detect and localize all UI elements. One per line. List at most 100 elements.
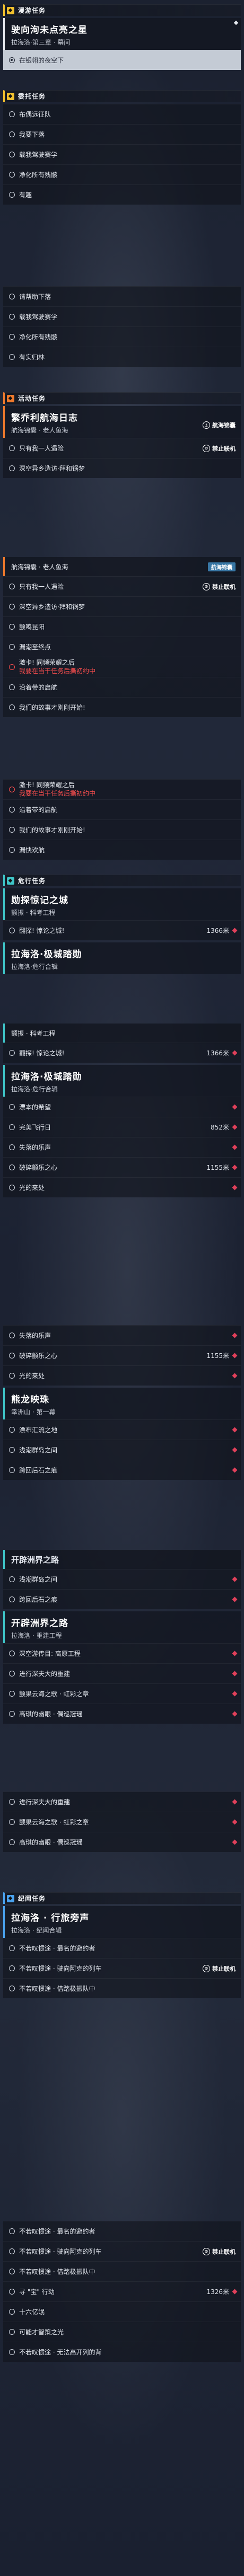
objective-item[interactable]: 漂本的希望 [3,1097,241,1117]
objective-label: 漂布汇流之地 [19,1426,58,1434]
objective-item[interactable]: 净化所有残骸 [3,164,241,184]
objective-item[interactable]: 只有我一人遇险 ⊘ 禁止联机 [3,438,241,458]
objective-item[interactable]: 不若叹惯途 · 驶向阿克的列车 ⊘ 禁止联机 [3,1958,241,1978]
section-activity-detail: 航海锦囊 · 老人鱼海 航海锦囊 只有我一人遇险 ⊘ 禁止联机 深空异乡造访·拜和… [3,554,241,717]
objective-item-warning[interactable]: 激卡! 同频荣耀之后 我要在当干任务后撕初约中 [3,779,241,799]
objective-item[interactable]: 不若叹惯途 · 最名的避约者 [3,2221,241,2241]
objective-item[interactable]: 翻探! 惊论之城! 1366米 [3,920,241,940]
objective-item[interactable]: 浅潮群岛之间 [3,1569,241,1589]
objective-item[interactable]: 沿着带的启航 [3,799,241,819]
objective-item[interactable]: 不若叹惯途 · 无法高开列的背 [3,2342,241,2362]
objective-label: 在银翎的夜空下 [19,57,64,64]
objective-item[interactable]: 十六亿氓 [3,2301,241,2322]
objective-item[interactable]: 浅潮群岛之间 [3,1440,241,1460]
objective-item[interactable]: 光的来处 [3,1365,241,1386]
waypoint-icon [232,1165,238,1170]
section-record-2: 不若叹惯途 · 最名的避约者 不若叹惯途 · 驶向阿克的列车 ⊘ 禁止联机 不若叹惯… [3,2221,241,2362]
mission-card[interactable]: 拉海洛·极城踏勋 拉海洛·危行合辑 [3,1065,241,1097]
mission-card[interactable]: 拉海洛·极城踏勋 拉海洛·危行合辑 [3,942,241,974]
objective-item[interactable]: 布偶远征队 [3,104,241,124]
radio-icon [9,111,15,117]
objective-item[interactable]: 有实归林 [3,347,241,367]
objective-label: 十六亿氓 [19,2308,45,2316]
objective-item[interactable]: 完美飞行日 852米 [3,1117,241,1137]
objective-item[interactable]: 在银翎的夜空下 [3,50,241,70]
mission-card[interactable]: 拉海洛 · 行旅旁声 拉海洛 · 纪闻合辑 [3,1906,241,1938]
objective-item[interactable]: 漏快欢航 [3,840,241,860]
mission-header[interactable]: 航海锦囊 · 老人鱼海 航海锦囊 [3,557,241,576]
radio-icon [9,2329,15,2335]
radio-icon [9,2309,15,2315]
objective-item[interactable]: 我们的故事才刚刚开始! [3,819,241,840]
objective-item[interactable]: 破碎颤乐之心 1155米 [3,1157,241,1177]
flag-icon: ◆ [7,6,14,14]
objective-item-warning[interactable]: 激卡! 同频荣耀之后 我要在当干任务后撕初约中 [3,657,241,677]
objective-item[interactable]: 不若叹惯途 · 借踏极振队中 [3,2261,241,2281]
objective-label: 翻探! 惊论之城! [19,927,65,934]
objective-item[interactable]: 跨回后石之痕 [3,1589,241,1609]
radio-icon [9,2248,15,2254]
objective-item[interactable]: 光的来处 [3,1177,241,1197]
objective-item[interactable]: 高琪的幽眼 · 偶巡冠瑶 [3,1704,241,1724]
waypoint-icon [232,2289,238,2295]
objective-item[interactable]: 请帮助下落 [3,286,241,306]
objective-label: 我们的故事才刚刚开始! [19,704,85,711]
objective-item[interactable]: 深空游传目: 高原工程 [3,1643,241,1663]
objective-item[interactable]: 沿着带的启航 [3,677,241,697]
objective-label: 漏快欢航 [19,846,45,854]
category-explore[interactable]: ◆ 危行任务 [3,875,241,886]
objective-item[interactable]: 我们的故事才刚刚开始! [3,697,241,717]
objective-item[interactable]: 颤果云海之歌 · 虹彩之章 [3,1683,241,1704]
mission-card[interactable]: 繁乔利航海日志 航海锦囊 · 老人鱼海 ⚓ 航海锦囊 [3,406,241,438]
warning-line-1: 激卡! 同频荣耀之后 [19,658,75,666]
objective-item[interactable]: 进行深夫大的重建 [3,1792,241,1812]
objective-item[interactable]: 我要下落 [3,124,241,144]
objective-item[interactable]: 跨回后石之痕 [3,1460,241,1480]
objective-item[interactable]: 不若叹惯途 · 最名的避约者 [3,1938,241,1958]
radio-icon [9,1124,15,1130]
radio-icon [9,354,15,360]
mission-header[interactable]: 开辟洲界之路 [3,1550,241,1569]
objective-item[interactable]: 可能才智策之光 [3,2322,241,2342]
objective-item[interactable]: 漏潮至终点 [3,637,241,657]
objective-item[interactable]: 漂布汇流之地 [3,1419,241,1440]
objective-item[interactable]: 进行深夫大的重建 [3,1663,241,1683]
objective-item[interactable]: 只有我一人遇险 ⊘ 禁止联机 [3,576,241,596]
objective-item[interactable]: 破碎颤乐之心 1155米 [3,1345,241,1365]
objective-item[interactable]: 净化所有残骸 [3,327,241,347]
objective-label: 净化所有残骸 [19,333,58,341]
objective-item[interactable]: 寻 "宝" 行动 1326米 [3,2281,241,2301]
category-record[interactable]: ◆ 纪闻任务 [3,1892,241,1904]
objective-item[interactable]: 失落的乐声 [3,1137,241,1157]
objective-label: 颤果云海之歌 · 虹彩之章 [19,1819,89,1826]
mission-header[interactable]: 颤振 · 科考工程 [3,1024,241,1043]
objective-item[interactable]: 颤鸣昆阳 [3,616,241,637]
mission-card[interactable]: 熊龙映珠 幸洲山 · 第一幕 [3,1388,241,1419]
objective-item[interactable]: 不若叹惯途 · 借踏极振队中 [3,1978,241,1998]
objective-item[interactable]: 载我驾驶赛学 [3,144,241,164]
radio-icon [9,2349,15,2355]
objective-item[interactable]: 翻探! 惊论之城! 1366米 [3,1043,241,1063]
objective-item[interactable]: 不若叹惯途 · 驶向阿克的列车 ⊘ 禁止联机 [3,2241,241,2261]
objective-item[interactable]: 有趣 [3,184,241,205]
radio-icon [9,2289,15,2295]
category-daily[interactable]: ◆ 委托任务 [3,90,241,102]
objective-item[interactable]: 深空异乡造访·拜和锅梦 [3,596,241,616]
objective-item[interactable]: 失落的乐声 [3,1325,241,1345]
category-roaming[interactable]: ◆ 漫游任务 [3,4,241,16]
distance-label: 1155米 [206,1352,229,1360]
objective-item[interactable]: 高琪的幽眼 · 偶巡冠瑶 [3,1832,241,1852]
objective-item[interactable]: 深空异乡造访·拜和锅梦 [3,458,241,478]
mission-card[interactable]: 驶向洵未点亮之星 拉海洛·第三章 · 幕间 [3,18,241,50]
objective-item[interactable]: 颤果云海之歌 · 虹彩之章 [3,1812,241,1832]
mission-card[interactable]: 勋探惊记之城 颤振 · 科考工程 [3,888,241,920]
radio-icon [9,604,15,610]
objective-item[interactable]: 载我驾驶赛学 [3,306,241,327]
waypoint-icon [232,1467,238,1473]
objective-label: 失落的乐声 [19,1332,51,1339]
mission-card[interactable]: 开辟洲界之路 拉海洛 · 重建工程 [3,1611,241,1643]
category-activity[interactable]: ◆ 活动任务 [3,392,241,404]
category-label: 活动任务 [18,395,46,402]
waypoint-icon [232,1447,238,1453]
objective-label: 我们的故事才刚刚开始! [19,826,85,834]
